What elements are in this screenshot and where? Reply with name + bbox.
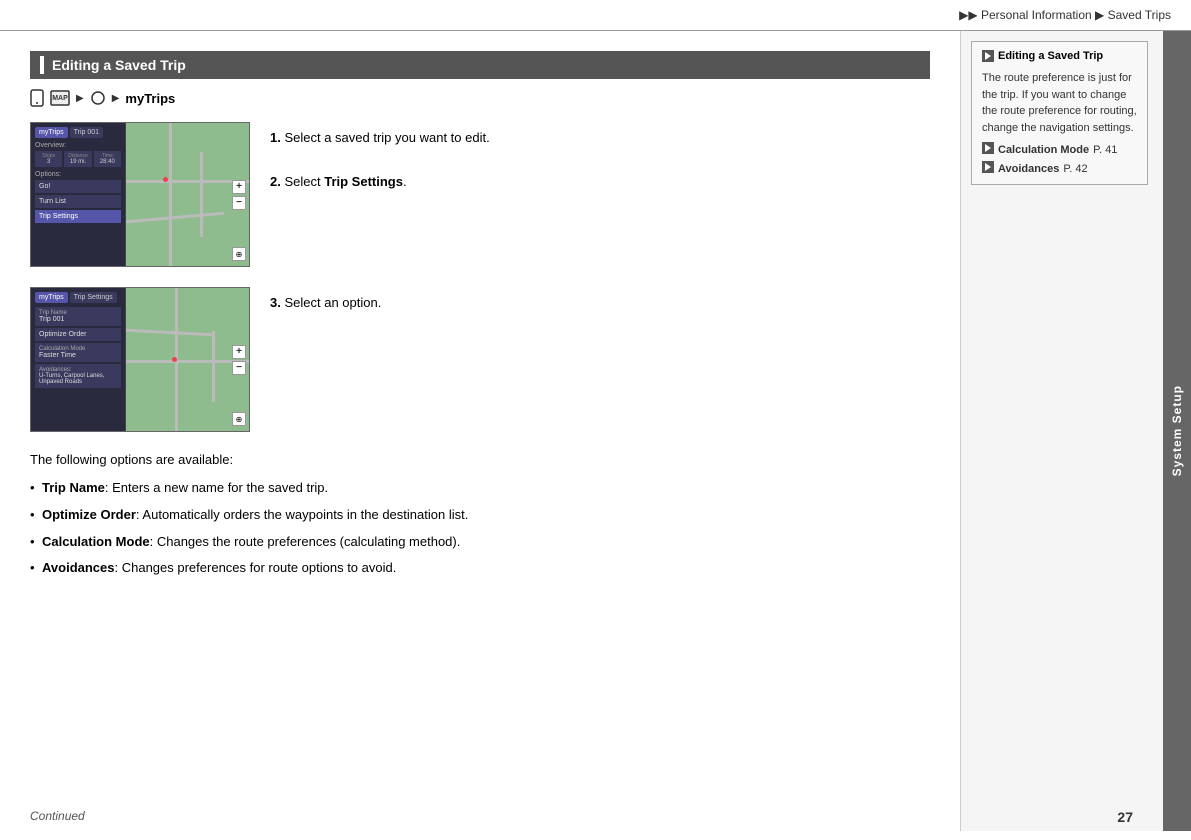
nav-left-panel: myTrips Trip 001 Overview: Stops 3 Dista… — [31, 123, 126, 266]
nav-overview-label: Overview: — [35, 142, 121, 149]
bullet-avoidances-bold: Avoidances — [42, 560, 115, 575]
step-3-number: 3. — [270, 295, 281, 310]
step-2-text-suffix: . — [403, 174, 407, 189]
section-title: Editing a Saved Trip — [52, 57, 186, 73]
step-1: 1. Select a saved trip you want to edit. — [270, 127, 930, 149]
breadcrumb-prefix: ▶▶ — [959, 8, 977, 22]
bullet-calcmode-text: : Changes the route preferences (calcula… — [150, 534, 461, 549]
sidebar-calcmode-text: P. 41 — [1093, 144, 1117, 156]
nav-map-area-1: + − ⊕ — [126, 123, 249, 266]
sidebar-note-title-text: Editing a Saved Trip — [998, 50, 1103, 62]
bullet-optimizeorder-text: : Automatically orders the waypoints in … — [136, 507, 468, 522]
step-row-1: myTrips Trip 001 Overview: Stops 3 Dista… — [30, 122, 930, 267]
nav-controls-1: + − — [232, 180, 246, 210]
step-3-text: Select an option. — [284, 295, 381, 310]
sidebar-note-body: The route preference is just for the tri… — [982, 70, 1137, 136]
zoom-in-btn[interactable]: + — [232, 180, 246, 194]
path-arrow1: ▶ — [76, 93, 84, 104]
zoom-out-btn-2[interactable]: − — [232, 361, 246, 375]
left-content: Editing a Saved Trip MAP ▶ — [0, 31, 961, 831]
step-2-number: 2. — [270, 174, 281, 189]
step-1-text: Select a saved trip you want to edit. — [284, 130, 489, 145]
step-1-number: 1. — [270, 130, 281, 145]
breadcrumb-part2: Saved Trips — [1108, 8, 1171, 22]
compass-icon-2: ⊕ — [232, 412, 246, 426]
zoom-out-btn[interactable]: − — [232, 196, 246, 210]
nav-screen-2-image: myTrips Trip Settings Trip Name Trip 001… — [30, 287, 250, 432]
bullet-tripname-text: : Enters a new name for the saved trip. — [105, 480, 328, 495]
nav2-optimizeorder[interactable]: Optimize Order — [35, 328, 121, 341]
sidebar-vertical-label: System Setup — [1163, 31, 1191, 831]
step-2-text-prefix: Select — [284, 174, 324, 189]
compass-icon: ⊕ — [232, 247, 246, 261]
nav-stat-row: Stops 3 Distance 19 mi. Time 28:40 — [35, 151, 121, 167]
step-text-3: 3. Select an option. — [270, 287, 930, 314]
nav-stat-stops: Stops 3 — [35, 151, 62, 167]
sidebar-link-avoidances: Avoidances P. 42 — [982, 161, 1137, 176]
step-row-2: myTrips Trip Settings Trip Name Trip 001… — [30, 287, 930, 432]
sidebar-avoidances-text: P. 42 — [1063, 163, 1087, 175]
right-sidebar: Editing a Saved Trip The route preferenc… — [961, 31, 1191, 831]
svg-text:MAP: MAP — [52, 95, 68, 102]
bullet-optimizeorder: Optimize Order: Automatically orders the… — [30, 502, 930, 529]
nav2-calcmode[interactable]: Calculation Mode Faster Time — [35, 343, 121, 362]
nav-screen-1-image: myTrips Trip 001 Overview: Stops 3 Dista… — [30, 122, 250, 267]
breadcrumb-part1: Personal Information — [981, 8, 1092, 22]
map-icon: MAP — [50, 90, 70, 106]
sidebar-title-icon — [982, 50, 994, 62]
bullet-list: Trip Name: Enters a new name for the sav… — [30, 475, 930, 582]
step-text-1-2: 1. Select a saved trip you want to edit.… — [270, 122, 930, 193]
bullet-calcmode-bold: Calculation Mode — [42, 534, 150, 549]
sidebar-vertical-text: System Setup — [1170, 385, 1184, 476]
sidebar-link-avoidances-icon — [982, 161, 994, 176]
sidebar-calcmode-bold: Calculation Mode — [998, 144, 1089, 156]
nav-go-button[interactable]: Go! — [35, 180, 121, 193]
circle-icon — [90, 90, 106, 106]
sidebar-avoidances-bold: Avoidances — [998, 163, 1059, 175]
zoom-in-btn-2[interactable]: + — [232, 345, 246, 359]
nav-tab-trip001: Trip 001 — [70, 127, 103, 138]
nav-left-panel-2: myTrips Trip Settings Trip Name Trip 001… — [31, 288, 126, 431]
footer: Continued 27 — [0, 809, 1163, 825]
nav2-tab-mytrips: myTrips — [35, 292, 68, 303]
nav2-tab-settings: Trip Settings — [70, 292, 117, 303]
following-text: The following options are available: — [30, 452, 930, 467]
nav-controls-2: + − — [232, 345, 246, 375]
bullet-optimizeorder-bold: Optimize Order — [42, 507, 136, 522]
page-number: 27 — [1117, 809, 1133, 825]
sidebar-note-title: Editing a Saved Trip — [982, 50, 1137, 62]
nav-options-label: Options: — [35, 171, 121, 178]
main-layout: Editing a Saved Trip MAP ▶ — [0, 31, 1191, 831]
nav-turnlist-button[interactable]: Turn List — [35, 195, 121, 208]
path-arrow2: ▶ — [112, 93, 120, 104]
bullet-tripname: Trip Name: Enters a new name for the sav… — [30, 475, 930, 502]
nav2-avoidances[interactable]: Avoidances: U-Turns, Carpool Lanes, Unpa… — [35, 364, 121, 388]
nav-stat-distance: Distance 19 mi. — [64, 151, 91, 167]
nav-stat-time: Time 28:40 — [94, 151, 121, 167]
nav-map-area-2: + − ⊕ — [126, 288, 249, 431]
bullet-avoidances-text: : Changes preferences for route options … — [115, 560, 397, 575]
nav-tripsettings-button[interactable]: Trip Settings — [35, 210, 121, 223]
step-2: 2. Select Trip Settings. — [270, 171, 930, 193]
bullet-calcmode: Calculation Mode: Changes the route pref… — [30, 529, 930, 556]
path-label: myTrips — [125, 91, 175, 106]
phone-icon — [30, 89, 44, 107]
bullet-avoidances: Avoidances: Changes preferences for rout… — [30, 555, 930, 582]
footer-continued: Continued — [30, 809, 85, 825]
breadcrumb-arrow1: ▶ — [1095, 8, 1104, 22]
nav-tab-mytrips: myTrips — [35, 127, 68, 138]
nav2-tripname[interactable]: Trip Name Trip 001 — [35, 307, 121, 326]
section-header-bar — [40, 56, 44, 74]
bullet-tripname-bold: Trip Name — [42, 480, 105, 495]
step-2-text-bold: Trip Settings — [324, 174, 403, 189]
path-row: MAP ▶ ▶ myTrips — [30, 89, 930, 107]
section-header: Editing a Saved Trip — [30, 51, 930, 79]
breadcrumb-bar: ▶▶ Personal Information ▶ Saved Trips — [0, 0, 1191, 31]
sidebar-link-calcmode: Calculation Mode P. 41 — [982, 142, 1137, 157]
sidebar-link-calcmode-icon — [982, 142, 994, 157]
